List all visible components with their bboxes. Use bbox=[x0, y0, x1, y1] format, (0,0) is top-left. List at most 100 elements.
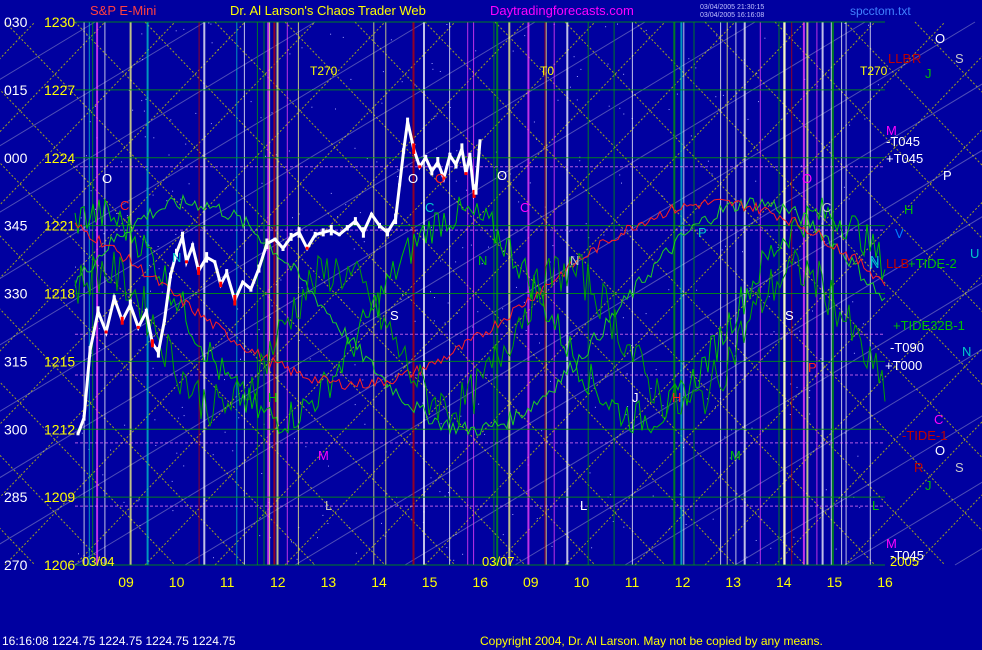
star-dot bbox=[364, 423, 366, 425]
star-dot bbox=[444, 322, 446, 324]
planet-letter: O bbox=[802, 171, 812, 186]
star-dot bbox=[301, 287, 303, 289]
star-dot bbox=[444, 495, 446, 497]
ephemeris-label: R bbox=[912, 51, 921, 66]
star-dot bbox=[89, 121, 91, 123]
star-dot bbox=[181, 406, 183, 408]
star-dot bbox=[462, 553, 464, 555]
price-bar bbox=[136, 325, 140, 329]
planet-letter: L bbox=[580, 498, 587, 513]
ephemeris-label: -TIDE-1 bbox=[902, 428, 948, 443]
star-dot bbox=[722, 94, 724, 96]
star-dot bbox=[141, 33, 143, 35]
star-dot bbox=[696, 289, 698, 291]
x-hour-label: 13 bbox=[725, 574, 741, 590]
star-dot bbox=[397, 169, 399, 171]
x-hour-label: 16 bbox=[877, 574, 893, 590]
star-dot bbox=[154, 419, 156, 421]
star-dot bbox=[541, 430, 543, 432]
star-dot bbox=[460, 415, 462, 417]
star-dot bbox=[608, 105, 610, 107]
star-dot bbox=[755, 180, 757, 182]
star-dot bbox=[625, 414, 627, 416]
star-dot bbox=[440, 260, 442, 262]
star-dot bbox=[225, 187, 227, 189]
star-dot bbox=[770, 547, 772, 549]
y-price-label: 1212 bbox=[44, 421, 75, 437]
price-bar bbox=[297, 227, 301, 238]
x-hour-label: 09 bbox=[118, 574, 134, 590]
price-bar bbox=[412, 143, 416, 154]
star-dot bbox=[175, 233, 177, 235]
price-bar bbox=[225, 269, 229, 278]
star-dot bbox=[715, 96, 717, 98]
star-dot bbox=[589, 472, 591, 474]
price-bar bbox=[205, 252, 209, 263]
star-dot bbox=[431, 63, 433, 64]
y-angle-label: 030 bbox=[4, 14, 28, 30]
star-dot bbox=[301, 47, 303, 49]
star-dot bbox=[183, 415, 185, 417]
star-dot bbox=[447, 302, 449, 304]
ephemeris-label: -T090 bbox=[890, 340, 924, 355]
price-bar bbox=[233, 295, 237, 306]
star-dot bbox=[280, 279, 282, 281]
star-dot bbox=[605, 26, 607, 28]
price-bar bbox=[313, 231, 317, 238]
star-dot bbox=[152, 194, 154, 196]
planet-letter: M bbox=[730, 448, 741, 463]
price-bar bbox=[104, 330, 108, 334]
star-dot bbox=[645, 29, 647, 31]
time-marker-label: T270 bbox=[860, 64, 888, 78]
star-dot bbox=[305, 446, 307, 448]
star-dot bbox=[401, 81, 403, 83]
star-dot bbox=[448, 492, 449, 494]
x-hour-label: 10 bbox=[574, 574, 590, 590]
star-dot bbox=[90, 190, 92, 192]
planet-letter: J bbox=[632, 390, 639, 405]
price-bar bbox=[418, 165, 422, 169]
star-dot bbox=[294, 438, 295, 440]
star-dot bbox=[478, 403, 480, 405]
price-bar bbox=[281, 245, 285, 251]
star-dot bbox=[573, 56, 575, 58]
star-dot bbox=[143, 110, 145, 112]
price-bar bbox=[257, 264, 261, 273]
star-dot bbox=[864, 118, 866, 120]
star-dot bbox=[138, 349, 140, 351]
planet-letter: P bbox=[808, 360, 817, 375]
star-dot bbox=[668, 109, 670, 110]
star-dot bbox=[751, 427, 753, 429]
site-link[interactable]: Daytradingforecasts.com bbox=[490, 3, 634, 18]
price-bar bbox=[144, 308, 148, 315]
ephemeris-label: +T000 bbox=[885, 358, 922, 373]
y-price-label: 1221 bbox=[44, 218, 75, 234]
ephemeris-label: R bbox=[914, 460, 923, 475]
star-dot bbox=[291, 541, 292, 543]
star-dot bbox=[98, 348, 100, 349]
star-dot bbox=[502, 250, 504, 252]
time-marker-label: T0 bbox=[540, 64, 554, 78]
star-dot bbox=[755, 540, 757, 541]
star-dot bbox=[327, 523, 329, 524]
star-dot bbox=[261, 182, 263, 184]
y-price-label: 1215 bbox=[44, 353, 75, 369]
ephemeris-label: S bbox=[955, 51, 964, 66]
star-dot bbox=[626, 373, 628, 375]
star-dot bbox=[376, 161, 378, 163]
star-dot bbox=[591, 547, 593, 549]
ephemeris-label: S bbox=[955, 460, 964, 475]
star-dot bbox=[617, 23, 618, 25]
star-dot bbox=[354, 364, 356, 366]
star-dot bbox=[238, 417, 240, 419]
star-dot bbox=[453, 559, 455, 561]
planet-letter: H bbox=[268, 390, 277, 405]
ephemeris-label: +T045 bbox=[886, 151, 923, 166]
star-dot bbox=[172, 510, 174, 512]
chart-window: 030 1230 015 1227 000 1224 345 1221 330 1218 315 12… bbox=[0, 0, 982, 650]
price-bar bbox=[424, 155, 428, 161]
price-bar bbox=[305, 246, 309, 250]
star-dot bbox=[224, 379, 225, 381]
price-bar bbox=[406, 117, 410, 126]
star-dot bbox=[359, 212, 361, 214]
